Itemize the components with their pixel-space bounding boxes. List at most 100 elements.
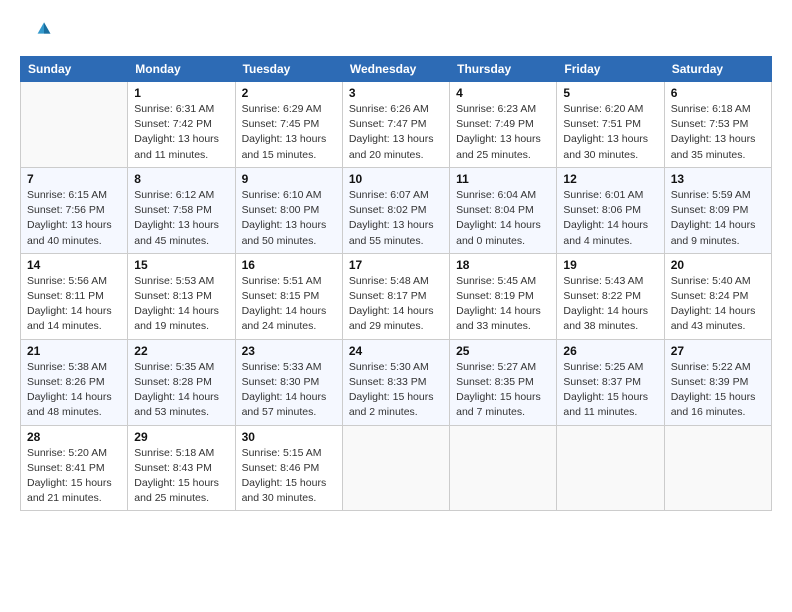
calendar-cell: 23 Sunrise: 5:33 AMSunset: 8:30 PMDayligh… [235,339,342,425]
day-number: 9 [242,172,336,186]
day-number: 3 [349,86,443,100]
calendar-header-row: SundayMondayTuesdayWednesdayThursdayFrid… [21,57,772,82]
day-detail: Sunrise: 6:01 AMSunset: 8:06 PMDaylight:… [563,188,657,249]
day-detail: Sunrise: 5:33 AMSunset: 8:30 PMDaylight:… [242,360,336,421]
calendar-cell: 11 Sunrise: 6:04 AMSunset: 8:04 PMDayligh… [450,167,557,253]
calendar-cell: 30Sunrise: 5:15 AMSunset: 8:46 PMDayligh… [235,425,342,511]
day-detail: Sunrise: 6:07 AMSunset: 8:02 PMDaylight:… [349,188,443,249]
logo-icon [20,16,52,48]
day-detail: Sunrise: 5:18 AMSunset: 8:43 PMDaylight:… [134,446,228,507]
weekday-header: Friday [557,57,664,82]
day-detail: Sunrise: 6:26 AMSunset: 7:47 PMDaylight:… [349,102,443,163]
weekday-header: Saturday [664,57,771,82]
calendar-cell: 9 Sunrise: 6:10 AMSunset: 8:00 PMDaylight… [235,167,342,253]
calendar-cell: 5 Sunrise: 6:20 AMSunset: 7:51 PMDaylight… [557,82,664,168]
calendar-cell [342,425,449,511]
calendar-cell: 10 Sunrise: 6:07 AMSunset: 8:02 PMDayligh… [342,167,449,253]
calendar-week-row: 14 Sunrise: 5:56 AMSunset: 8:11 PMDayligh… [21,253,772,339]
day-detail: Sunrise: 5:53 AMSunset: 8:13 PMDaylight:… [134,274,228,335]
header [20,16,772,48]
calendar-cell: 12Sunrise: 6:01 AMSunset: 8:06 PMDayligh… [557,167,664,253]
day-number: 26 [563,344,657,358]
day-number: 17 [349,258,443,272]
calendar-cell: 13Sunrise: 5:59 AMSunset: 8:09 PMDayligh… [664,167,771,253]
calendar-cell: 8 Sunrise: 6:12 AMSunset: 7:58 PMDaylight… [128,167,235,253]
day-detail: Sunrise: 5:20 AMSunset: 8:41 PMDaylight:… [27,446,121,507]
day-detail: Sunrise: 5:35 AMSunset: 8:28 PMDaylight:… [134,360,228,421]
calendar-cell: 26 Sunrise: 5:25 AMSunset: 8:37 PMDayligh… [557,339,664,425]
day-detail: Sunrise: 6:23 AMSunset: 7:49 PMDaylight:… [456,102,550,163]
calendar-cell: 28 Sunrise: 5:20 AMSunset: 8:41 PMDayligh… [21,425,128,511]
day-detail: Sunrise: 6:04 AMSunset: 8:04 PMDaylight:… [456,188,550,249]
day-detail: Sunrise: 6:29 AMSunset: 7:45 PMDaylight:… [242,102,336,163]
day-detail: Sunrise: 6:10 AMSunset: 8:00 PMDaylight:… [242,188,336,249]
day-detail: Sunrise: 5:51 AMSunset: 8:15 PMDaylight:… [242,274,336,335]
day-detail: Sunrise: 5:43 AMSunset: 8:22 PMDaylight:… [563,274,657,335]
calendar-cell: 14 Sunrise: 5:56 AMSunset: 8:11 PMDayligh… [21,253,128,339]
calendar-week-row: 1 Sunrise: 6:31 AMSunset: 7:42 PMDaylight… [21,82,772,168]
calendar-cell: 29 Sunrise: 5:18 AMSunset: 8:43 PMDayligh… [128,425,235,511]
calendar-cell [664,425,771,511]
calendar-cell: 20 Sunrise: 5:40 AMSunset: 8:24 PMDayligh… [664,253,771,339]
day-number: 14 [27,258,121,272]
day-number: 10 [349,172,443,186]
day-detail: Sunrise: 6:20 AMSunset: 7:51 PMDaylight:… [563,102,657,163]
calendar-cell: 22 Sunrise: 5:35 AMSunset: 8:28 PMDayligh… [128,339,235,425]
day-detail: Sunrise: 5:59 AMSunset: 8:09 PMDaylight:… [671,188,765,249]
calendar-cell [450,425,557,511]
day-number: 18 [456,258,550,272]
day-number: 1 [134,86,228,100]
day-detail: Sunrise: 5:45 AMSunset: 8:19 PMDaylight:… [456,274,550,335]
day-number: 8 [134,172,228,186]
calendar-cell [21,82,128,168]
weekday-header: Wednesday [342,57,449,82]
day-number: 28 [27,430,121,444]
day-detail: Sunrise: 5:40 AMSunset: 8:24 PMDaylight:… [671,274,765,335]
calendar-cell: 1 Sunrise: 6:31 AMSunset: 7:42 PMDaylight… [128,82,235,168]
day-number: 25 [456,344,550,358]
day-number: 2 [242,86,336,100]
day-number: 22 [134,344,228,358]
page: SundayMondayTuesdayWednesdayThursdayFrid… [0,0,792,612]
calendar-cell: 16 Sunrise: 5:51 AMSunset: 8:15 PMDayligh… [235,253,342,339]
day-number: 6 [671,86,765,100]
calendar-cell: 27 Sunrise: 5:22 AMSunset: 8:39 PMDayligh… [664,339,771,425]
calendar-cell: 15Sunrise: 5:53 AMSunset: 8:13 PMDayligh… [128,253,235,339]
calendar-cell: 24 Sunrise: 5:30 AMSunset: 8:33 PMDayligh… [342,339,449,425]
day-number: 21 [27,344,121,358]
day-number: 11 [456,172,550,186]
day-detail: Sunrise: 5:15 AMSunset: 8:46 PMDaylight:… [242,446,336,507]
day-number: 16 [242,258,336,272]
day-number: 24 [349,344,443,358]
calendar-cell: 4Sunrise: 6:23 AMSunset: 7:49 PMDaylight… [450,82,557,168]
day-detail: Sunrise: 5:30 AMSunset: 8:33 PMDaylight:… [349,360,443,421]
day-detail: Sunrise: 5:25 AMSunset: 8:37 PMDaylight:… [563,360,657,421]
day-detail: Sunrise: 5:22 AMSunset: 8:39 PMDaylight:… [671,360,765,421]
day-number: 23 [242,344,336,358]
calendar-week-row: 7 Sunrise: 6:15 AMSunset: 7:56 PMDaylight… [21,167,772,253]
calendar-table: SundayMondayTuesdayWednesdayThursdayFrid… [20,56,772,511]
calendar-cell: 7 Sunrise: 6:15 AMSunset: 7:56 PMDaylight… [21,167,128,253]
weekday-header: Monday [128,57,235,82]
day-number: 7 [27,172,121,186]
day-detail: Sunrise: 6:31 AMSunset: 7:42 PMDaylight:… [134,102,228,163]
calendar-cell: 3 Sunrise: 6:26 AMSunset: 7:47 PMDaylight… [342,82,449,168]
day-detail: Sunrise: 5:56 AMSunset: 8:11 PMDaylight:… [27,274,121,335]
calendar-cell: 19Sunrise: 5:43 AMSunset: 8:22 PMDayligh… [557,253,664,339]
calendar-week-row: 21Sunrise: 5:38 AMSunset: 8:26 PMDayligh… [21,339,772,425]
day-number: 20 [671,258,765,272]
day-detail: Sunrise: 6:12 AMSunset: 7:58 PMDaylight:… [134,188,228,249]
day-detail: Sunrise: 6:15 AMSunset: 7:56 PMDaylight:… [27,188,121,249]
day-number: 27 [671,344,765,358]
logo [20,16,56,48]
day-number: 29 [134,430,228,444]
calendar-cell: 18 Sunrise: 5:45 AMSunset: 8:19 PMDayligh… [450,253,557,339]
day-number: 5 [563,86,657,100]
day-detail: Sunrise: 5:48 AMSunset: 8:17 PMDaylight:… [349,274,443,335]
calendar-cell: 21Sunrise: 5:38 AMSunset: 8:26 PMDayligh… [21,339,128,425]
day-detail: Sunrise: 6:18 AMSunset: 7:53 PMDaylight:… [671,102,765,163]
weekday-header: Thursday [450,57,557,82]
calendar-cell: 2 Sunrise: 6:29 AMSunset: 7:45 PMDaylight… [235,82,342,168]
calendar-cell [557,425,664,511]
weekday-header: Sunday [21,57,128,82]
